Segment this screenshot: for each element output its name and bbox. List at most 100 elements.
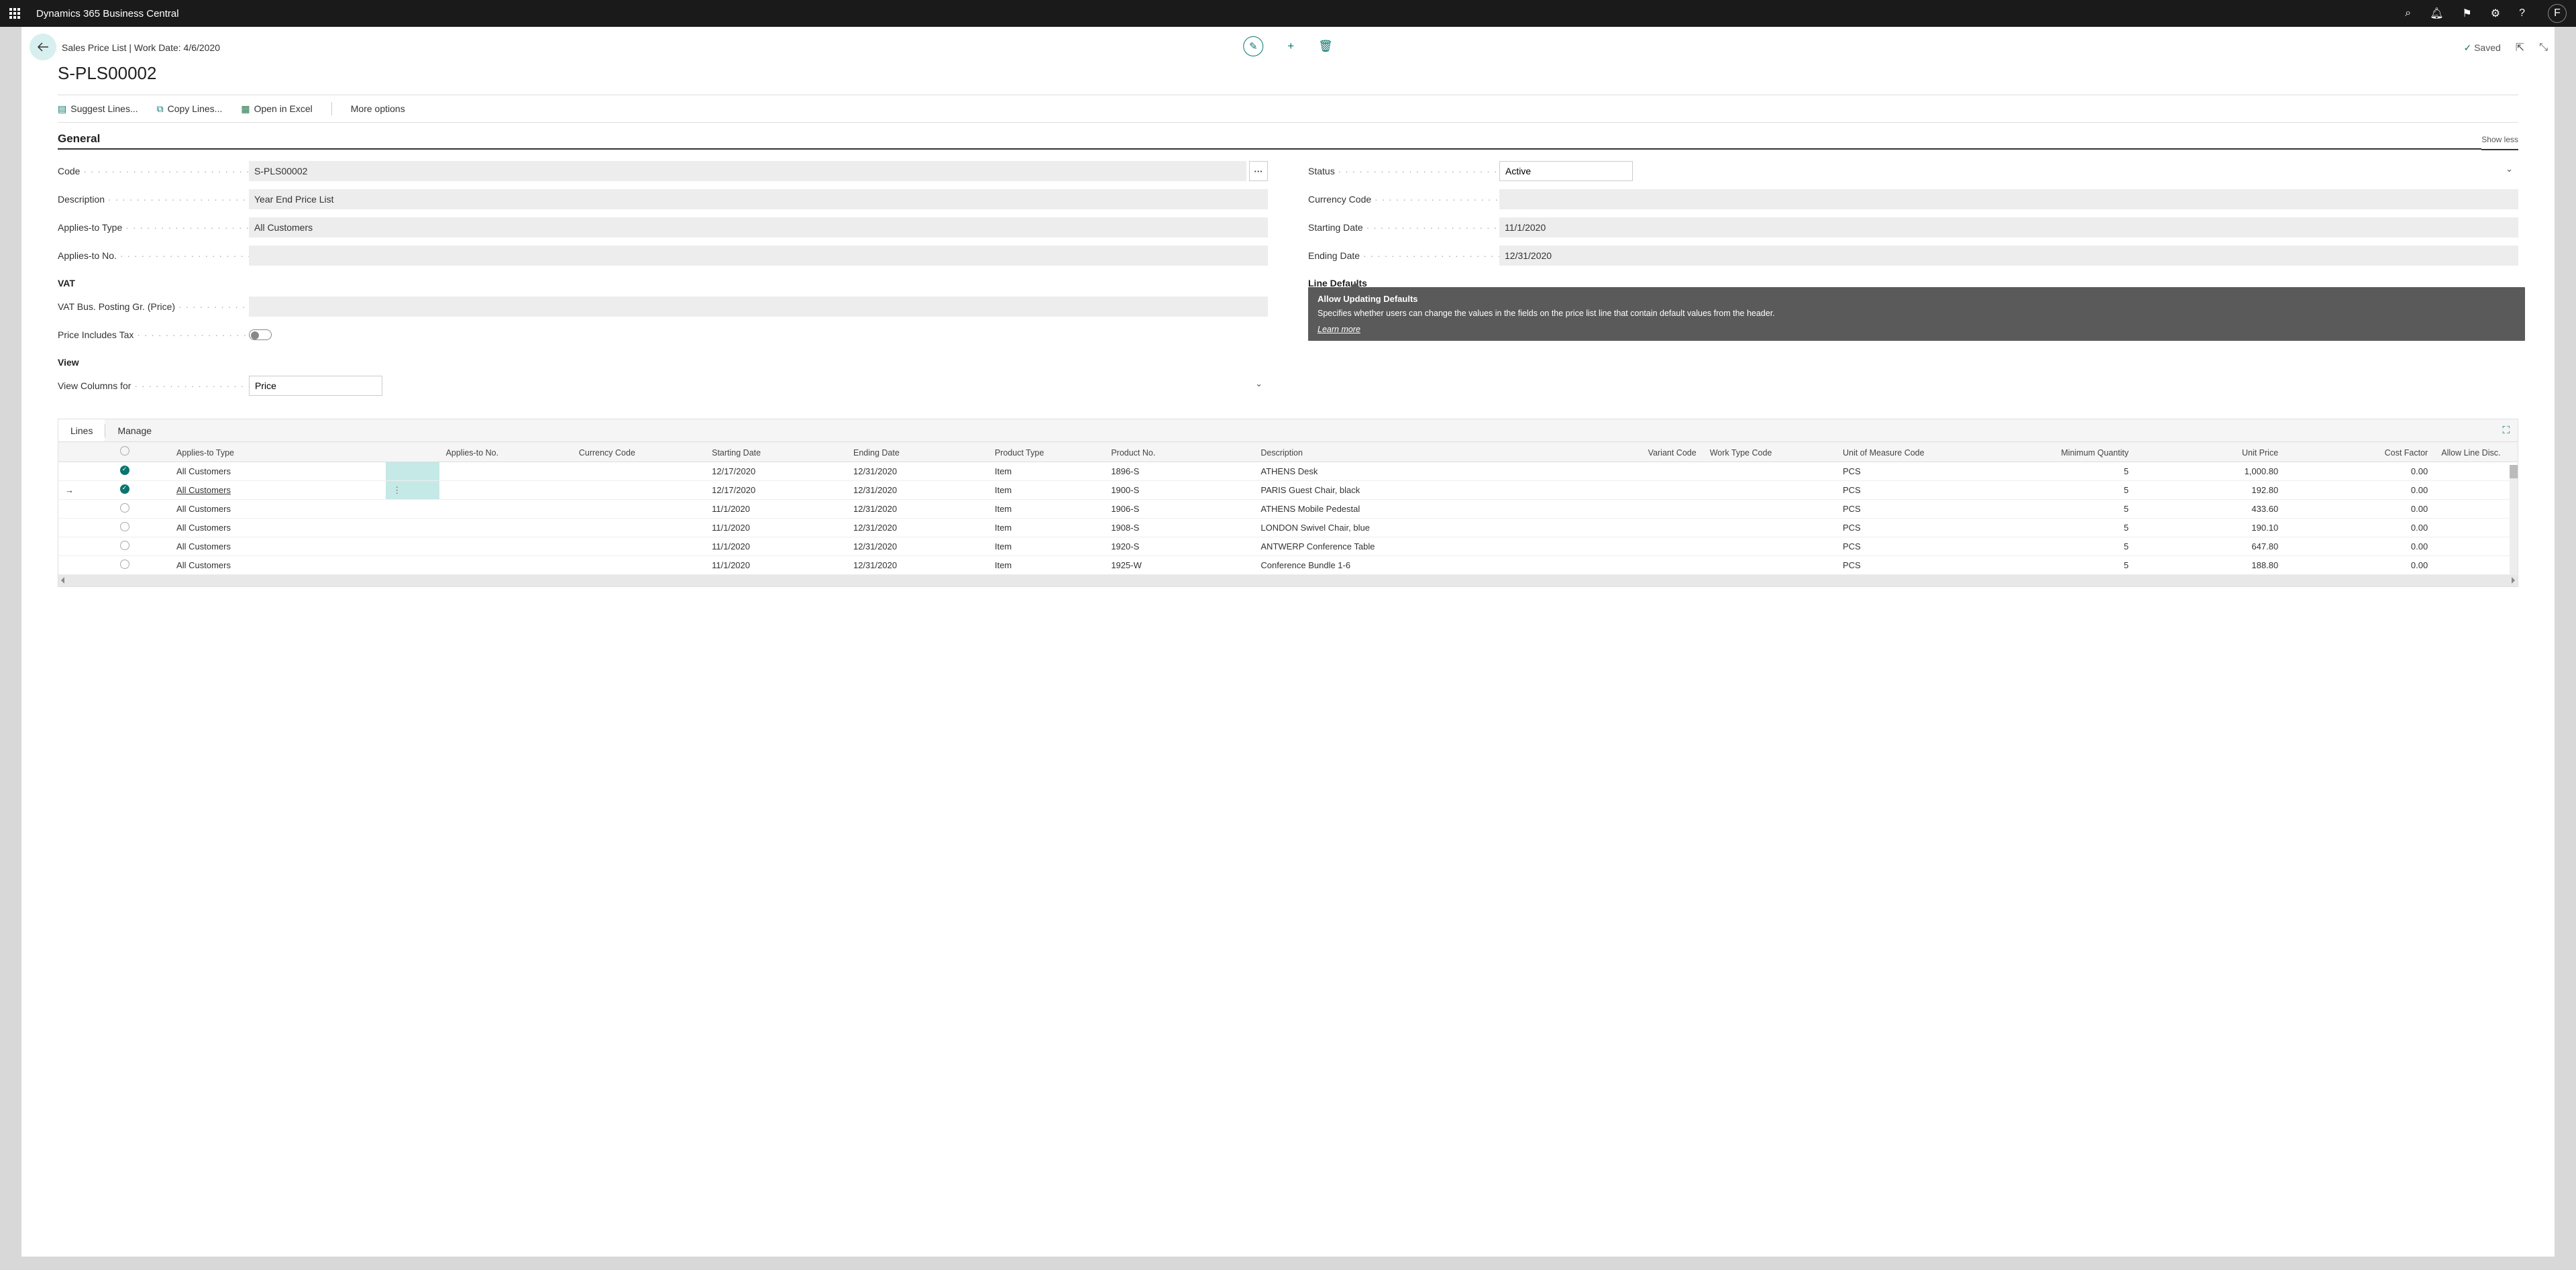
currency-code-input[interactable]	[1499, 189, 2518, 209]
table-row[interactable]: All Customers 11/1/2020 12/31/2020 Item …	[58, 500, 2518, 519]
cell-starting-date[interactable]: 11/1/2020	[705, 556, 847, 575]
cell-uom[interactable]: PCS	[1836, 462, 2002, 481]
row-select-radio[interactable]	[120, 522, 129, 531]
code-lookup-button[interactable]: ···	[1249, 161, 1268, 181]
cell-ending-date[interactable]: 12/31/2020	[847, 462, 988, 481]
row-select-radio[interactable]	[120, 541, 129, 550]
open-in-excel-action[interactable]: ▦Open in Excel	[241, 103, 312, 115]
vertical-scrollbar[interactable]	[2510, 465, 2518, 575]
col-product-no[interactable]: Product No.	[1104, 442, 1254, 462]
cell-cost-factor[interactable]: 0.00	[2285, 500, 2434, 519]
notifications-icon[interactable]: 🔔︎	[2430, 7, 2443, 20]
cell-ending-date[interactable]: 12/31/2020	[847, 481, 988, 500]
cell-product-no[interactable]: 1900-S	[1104, 481, 1254, 500]
col-currency[interactable]: Currency Code	[572, 442, 705, 462]
cell-unit-price[interactable]: 192.80	[2135, 481, 2285, 500]
horizontal-scrollbar[interactable]	[58, 575, 2518, 586]
table-row[interactable]: All Customers 11/1/2020 12/31/2020 Item …	[58, 556, 2518, 575]
price-includes-tax-toggle[interactable]	[249, 329, 272, 340]
settings-icon[interactable]: ⚙	[2491, 7, 2500, 20]
code-input[interactable]	[249, 161, 1246, 181]
cell-product-type[interactable]: Item	[988, 519, 1104, 537]
cell-uom[interactable]: PCS	[1836, 537, 2002, 556]
ending-date-input[interactable]	[1499, 246, 2518, 266]
cell-cost-factor[interactable]: 0.00	[2285, 556, 2434, 575]
cell-min-qty[interactable]: 5	[2002, 556, 2135, 575]
view-columns-select[interactable]	[249, 376, 382, 396]
col-unit-price[interactable]: Unit Price	[2135, 442, 2285, 462]
cell-applies-to-type[interactable]: All Customers	[170, 462, 386, 481]
general-section-title[interactable]: General	[58, 132, 2481, 150]
col-applies-to-no[interactable]: Applies-to No.	[439, 442, 572, 462]
cell-applies-to-type[interactable]: All Customers	[170, 500, 386, 519]
cell-product-type[interactable]: Item	[988, 537, 1104, 556]
cell-unit-price[interactable]: 433.60	[2135, 500, 2285, 519]
cell-unit-price[interactable]: 188.80	[2135, 556, 2285, 575]
col-applies-to-type[interactable]: Applies-to Type	[170, 442, 386, 462]
col-description[interactable]: Description	[1254, 442, 1570, 462]
cell-unit-price[interactable]: 1,000.80	[2135, 462, 2285, 481]
applies-to-no-input[interactable]	[249, 246, 1268, 266]
cell-product-type[interactable]: Item	[988, 500, 1104, 519]
cell-uom[interactable]: PCS	[1836, 481, 2002, 500]
row-select-radio[interactable]	[120, 560, 129, 569]
col-work-type[interactable]: Work Type Code	[1703, 442, 1836, 462]
cell-applies-to-type[interactable]: All Customers	[170, 556, 386, 575]
cell-min-qty[interactable]: 5	[2002, 500, 2135, 519]
cell-uom[interactable]: PCS	[1836, 519, 2002, 537]
cell-min-qty[interactable]: 5	[2002, 519, 2135, 537]
show-less-link[interactable]: Show less	[2481, 135, 2518, 150]
cell-cost-factor[interactable]: 0.00	[2285, 462, 2434, 481]
cell-ending-date[interactable]: 12/31/2020	[847, 556, 988, 575]
cell-cost-factor[interactable]: 0.00	[2285, 481, 2434, 500]
cell-product-no[interactable]: 1925-W	[1104, 556, 1254, 575]
cell-product-no[interactable]: 1896-S	[1104, 462, 1254, 481]
cell-uom[interactable]: PCS	[1836, 556, 2002, 575]
cell-starting-date[interactable]: 12/17/2020	[705, 481, 847, 500]
flag-icon[interactable]: ⚑	[2462, 7, 2471, 20]
cell-min-qty[interactable]: 5	[2002, 481, 2135, 500]
col-product-type[interactable]: Product Type	[988, 442, 1104, 462]
applies-to-type-input[interactable]	[249, 217, 1268, 237]
cell-cost-factor[interactable]: 0.00	[2285, 537, 2434, 556]
search-icon[interactable]: ⌕	[2405, 7, 2411, 19]
row-select-radio[interactable]	[120, 484, 129, 494]
help-icon[interactable]: ?	[2519, 7, 2525, 19]
cell-applies-to-type[interactable]: All Customers	[170, 537, 386, 556]
vat-posting-input[interactable]	[249, 297, 1268, 317]
delete-button[interactable]: 🗑︎	[1318, 40, 1333, 53]
manage-tab[interactable]: Manage	[105, 419, 164, 441]
lines-expand-icon[interactable]: ⛶	[2494, 425, 2518, 436]
cell-ending-date[interactable]: 12/31/2020	[847, 500, 988, 519]
cell-description[interactable]: Conference Bundle 1-6	[1254, 556, 1570, 575]
col-allow-line-disc[interactable]: Allow Line Disc.	[2434, 442, 2518, 462]
col-ending-date[interactable]: Ending Date	[847, 442, 988, 462]
row-select-radio[interactable]	[120, 466, 129, 475]
table-row[interactable]: All Customers 11/1/2020 12/31/2020 Item …	[58, 537, 2518, 556]
cell-min-qty[interactable]: 5	[2002, 537, 2135, 556]
cell-product-no[interactable]: 1908-S	[1104, 519, 1254, 537]
cell-ending-date[interactable]: 12/31/2020	[847, 519, 988, 537]
more-options-action[interactable]: More options	[351, 103, 405, 114]
table-row[interactable]: All Customers 11/1/2020 12/31/2020 Item …	[58, 519, 2518, 537]
col-min-qty[interactable]: Minimum Quantity	[2002, 442, 2135, 462]
cell-unit-price[interactable]: 647.80	[2135, 537, 2285, 556]
col-variant[interactable]: Variant Code	[1570, 442, 1703, 462]
col-starting-date[interactable]: Starting Date	[705, 442, 847, 462]
table-row[interactable]: All Customers 12/17/2020 12/31/2020 Item…	[58, 462, 2518, 481]
cell-product-no[interactable]: 1906-S	[1104, 500, 1254, 519]
cell-product-no[interactable]: 1920-S	[1104, 537, 1254, 556]
cell-product-type[interactable]: Item	[988, 481, 1104, 500]
cell-unit-price[interactable]: 190.10	[2135, 519, 2285, 537]
cell-starting-date[interactable]: 11/1/2020	[705, 519, 847, 537]
cell-starting-date[interactable]: 12/17/2020	[705, 462, 847, 481]
cell-product-type[interactable]: Item	[988, 462, 1104, 481]
select-all-radio[interactable]	[120, 446, 129, 456]
table-row[interactable]: → All Customers ⋮ 12/17/2020 12/31/2020 …	[58, 481, 2518, 500]
cell-applies-to-type[interactable]: All Customers	[170, 481, 386, 500]
cell-starting-date[interactable]: 11/1/2020	[705, 537, 847, 556]
cell-description[interactable]: ATHENS Mobile Pedestal	[1254, 500, 1570, 519]
cell-uom[interactable]: PCS	[1836, 500, 2002, 519]
status-select[interactable]	[1499, 161, 1633, 181]
cell-description[interactable]: PARIS Guest Chair, black	[1254, 481, 1570, 500]
